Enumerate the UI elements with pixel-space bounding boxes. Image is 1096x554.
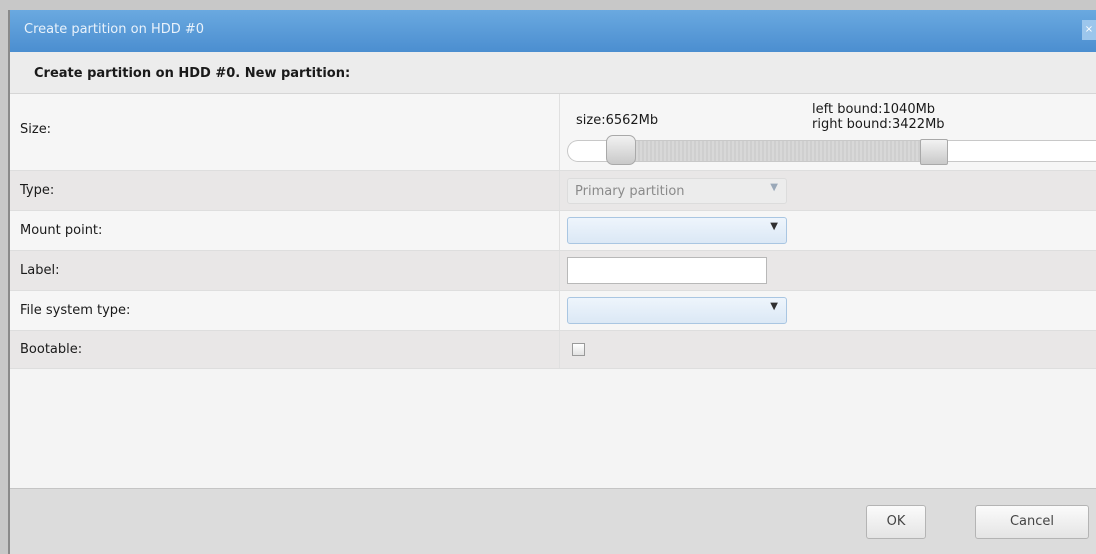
dialog-header-text: Create partition on HDD #0. New partitio… (34, 66, 351, 81)
column-divider (559, 171, 560, 210)
chevron-down-icon: ▼ (770, 182, 778, 193)
type-select[interactable]: Primary partition ▼ (567, 178, 787, 204)
create-partition-dialog: Create partition on HDD #0 × Create part… (8, 10, 1096, 554)
file-system-label: File system type: (20, 303, 131, 318)
mount-point-row: Mount point: ▼ (10, 211, 1096, 251)
slider-handle-left[interactable] (606, 135, 636, 165)
ok-button[interactable]: OK (866, 505, 926, 539)
dialog-title: Create partition on HDD #0 (24, 22, 205, 37)
close-icon[interactable]: × (1082, 20, 1096, 40)
mount-point-select[interactable]: ▼ (567, 217, 787, 244)
file-system-select[interactable]: ▼ (567, 297, 787, 324)
size-row: Size: size:6562Mb left bound:1040Mb righ… (10, 94, 1096, 171)
right-bound-text: right bound:3422Mb (812, 117, 945, 132)
type-row: Type: Primary partition ▼ (10, 171, 1096, 211)
bounds-info: left bound:1040Mb right bound:3422Mb (812, 102, 945, 132)
dialog-footer: OK Cancel (10, 488, 1096, 554)
size-slider[interactable] (567, 135, 1096, 165)
label-label: Label: (20, 263, 60, 278)
label-input[interactable] (567, 257, 767, 284)
chevron-down-icon: ▼ (770, 301, 778, 312)
label-row: Label: (10, 251, 1096, 291)
file-system-row: File system type: ▼ (10, 291, 1096, 331)
left-bound-text: left bound:1040Mb (812, 102, 936, 117)
bootable-row: Bootable: (10, 331, 1096, 369)
chevron-down-icon: ▼ (770, 221, 778, 232)
slider-range (624, 141, 934, 161)
dialog-header: Create partition on HDD #0. New partitio… (10, 52, 1096, 94)
size-value: size:6562Mb (576, 113, 659, 128)
slider-handle-right[interactable] (920, 139, 948, 165)
bootable-checkbox[interactable] (572, 343, 585, 356)
dialog-titlebar[interactable]: Create partition on HDD #0 × (10, 10, 1096, 52)
column-divider (559, 94, 560, 170)
column-divider (559, 291, 560, 330)
column-divider (559, 251, 560, 290)
mount-point-label: Mount point: (20, 223, 103, 238)
column-divider (559, 211, 560, 250)
type-label: Type: (20, 183, 55, 198)
cancel-button[interactable]: Cancel (975, 505, 1089, 539)
bootable-label: Bootable: (20, 342, 83, 357)
type-select-value: Primary partition (575, 184, 685, 199)
column-divider (559, 331, 560, 368)
size-label: Size: (20, 122, 52, 137)
